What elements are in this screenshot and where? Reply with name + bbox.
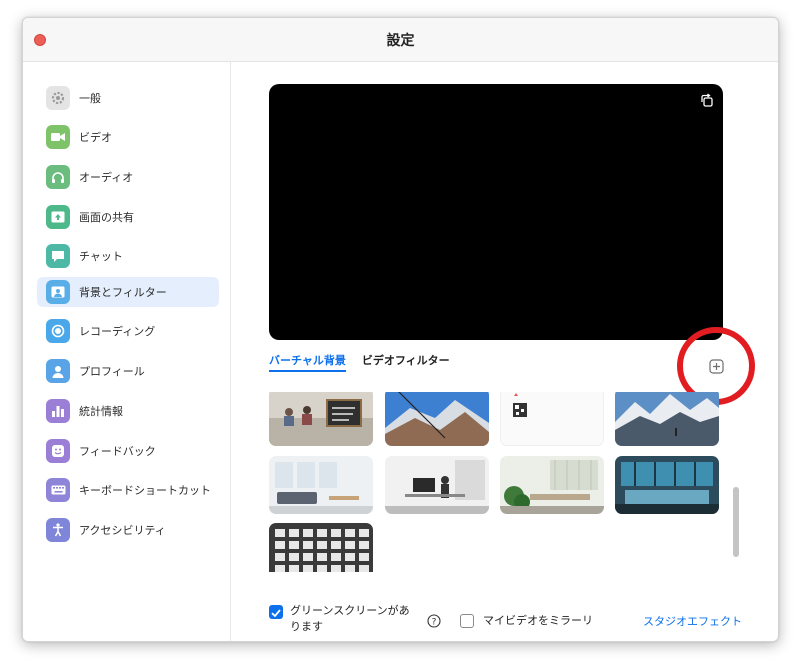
tab-virtual-background[interactable]: バーチャル背景 [269, 352, 346, 372]
sidebar-item-label: プロフィール [79, 365, 145, 378]
sidebar-item-label: フィードバック [79, 445, 156, 458]
sidebar-item-profile[interactable]: プロフィール [37, 356, 219, 386]
background-filters-panel: バーチャル背景 ビデオフィルター グリーンスクリーンがあります ? マイビデオを… [232, 62, 778, 641]
mirror-video-checkbox[interactable] [460, 614, 474, 628]
background-thumbnail-living-room[interactable] [269, 456, 373, 514]
background-thumbnail-office-desk[interactable] [385, 456, 489, 514]
background-thumbnail-grid [269, 392, 729, 572]
video-camera-icon [46, 125, 70, 149]
sidebar-item-label: レコーディング [79, 325, 156, 338]
green-screen-label: グリーンスクリーンがあります [290, 604, 410, 633]
sidebar-item-video[interactable]: ビデオ [37, 122, 219, 152]
headphones-icon [46, 165, 70, 189]
background-thumbnail-classroom[interactable] [269, 392, 373, 446]
smiley-icon [46, 439, 70, 463]
sidebar-item-label: アクセシビリティ [79, 524, 166, 537]
title-bar: 設定 [23, 18, 778, 62]
studio-effects-link[interactable]: スタジオエフェクト [643, 613, 742, 629]
sidebar-item-label: ビデオ [79, 131, 112, 144]
window-title: 設定 [386, 33, 415, 49]
accessibility-icon [46, 518, 70, 542]
sidebar-item-label: 背景とフィルター [79, 286, 167, 299]
sidebar-item-label: 一般 [79, 92, 101, 105]
person-icon [46, 359, 70, 383]
video-preview [269, 84, 723, 340]
tab-video-filters[interactable]: ビデオフィルター [362, 352, 450, 372]
help-icon[interactable]: ? [427, 614, 441, 628]
background-thumbnail-city[interactable] [385, 392, 489, 446]
sidebar-item-chat[interactable]: チャット [37, 241, 219, 271]
mirror-video-label: マイビデオをミラーリ [483, 614, 593, 627]
background-thumbnail-mountains[interactable] [615, 392, 719, 446]
bar-chart-icon [46, 399, 70, 423]
sidebar-item-general[interactable]: 一般 [37, 83, 219, 113]
background-options-bar: グリーンスクリーンがあります ? マイビデオをミラーリ スタジオエフェクト [232, 583, 778, 641]
sidebar-item-label: オーディオ [79, 171, 134, 184]
record-icon [46, 319, 70, 343]
sidebar-item-label: キーボードショートカット [79, 484, 211, 497]
screen-share-icon [46, 205, 70, 229]
sidebar-item-background-filters[interactable]: 背景とフィルター [37, 277, 219, 307]
background-portrait-icon [46, 280, 70, 304]
background-thumbnail-glass-office[interactable] [615, 456, 719, 514]
background-thumbnail-qr-code[interactable] [500, 392, 604, 446]
background-thumbnail-plant-room[interactable] [500, 456, 604, 514]
sidebar-item-accessibility[interactable]: アクセシビリティ [37, 515, 219, 545]
filter-tabs: バーチャル背景 ビデオフィルター [269, 352, 466, 378]
thumbnail-scrollbar[interactable] [732, 392, 740, 572]
chat-bubble-icon [46, 244, 70, 268]
gear-icon [46, 86, 70, 110]
settings-window: 設定 一般 ビデオ オーディオ 画面の共有 チャット 背景とフィルター レコーデ… [22, 17, 779, 642]
sidebar-item-statistics[interactable]: 統計情報 [37, 396, 219, 426]
sidebar-item-screen-share[interactable]: 画面の共有 [37, 202, 219, 232]
checkmark-icon [271, 609, 281, 618]
settings-sidebar: 一般 ビデオ オーディオ 画面の共有 チャット 背景とフィルター レコーディング… [23, 62, 231, 641]
scrollbar-thumb[interactable] [733, 487, 739, 557]
sidebar-item-recording[interactable]: レコーディング [37, 316, 219, 346]
sidebar-item-label: 統計情報 [79, 405, 123, 418]
background-thumbnail-sticky-notes[interactable] [269, 523, 373, 572]
sidebar-item-label: 画面の共有 [79, 211, 134, 224]
sidebar-item-feedback[interactable]: フィードバック [37, 436, 219, 466]
svg-text:?: ? [432, 618, 437, 628]
green-screen-checkbox[interactable] [269, 605, 283, 619]
keyboard-icon [46, 478, 70, 502]
sidebar-item-keyboard-shortcuts[interactable]: キーボードショートカット [37, 475, 219, 505]
rotate-camera-icon[interactable] [699, 93, 715, 109]
sidebar-item-audio[interactable]: オーディオ [37, 162, 219, 192]
sidebar-item-label: チャット [79, 250, 123, 263]
